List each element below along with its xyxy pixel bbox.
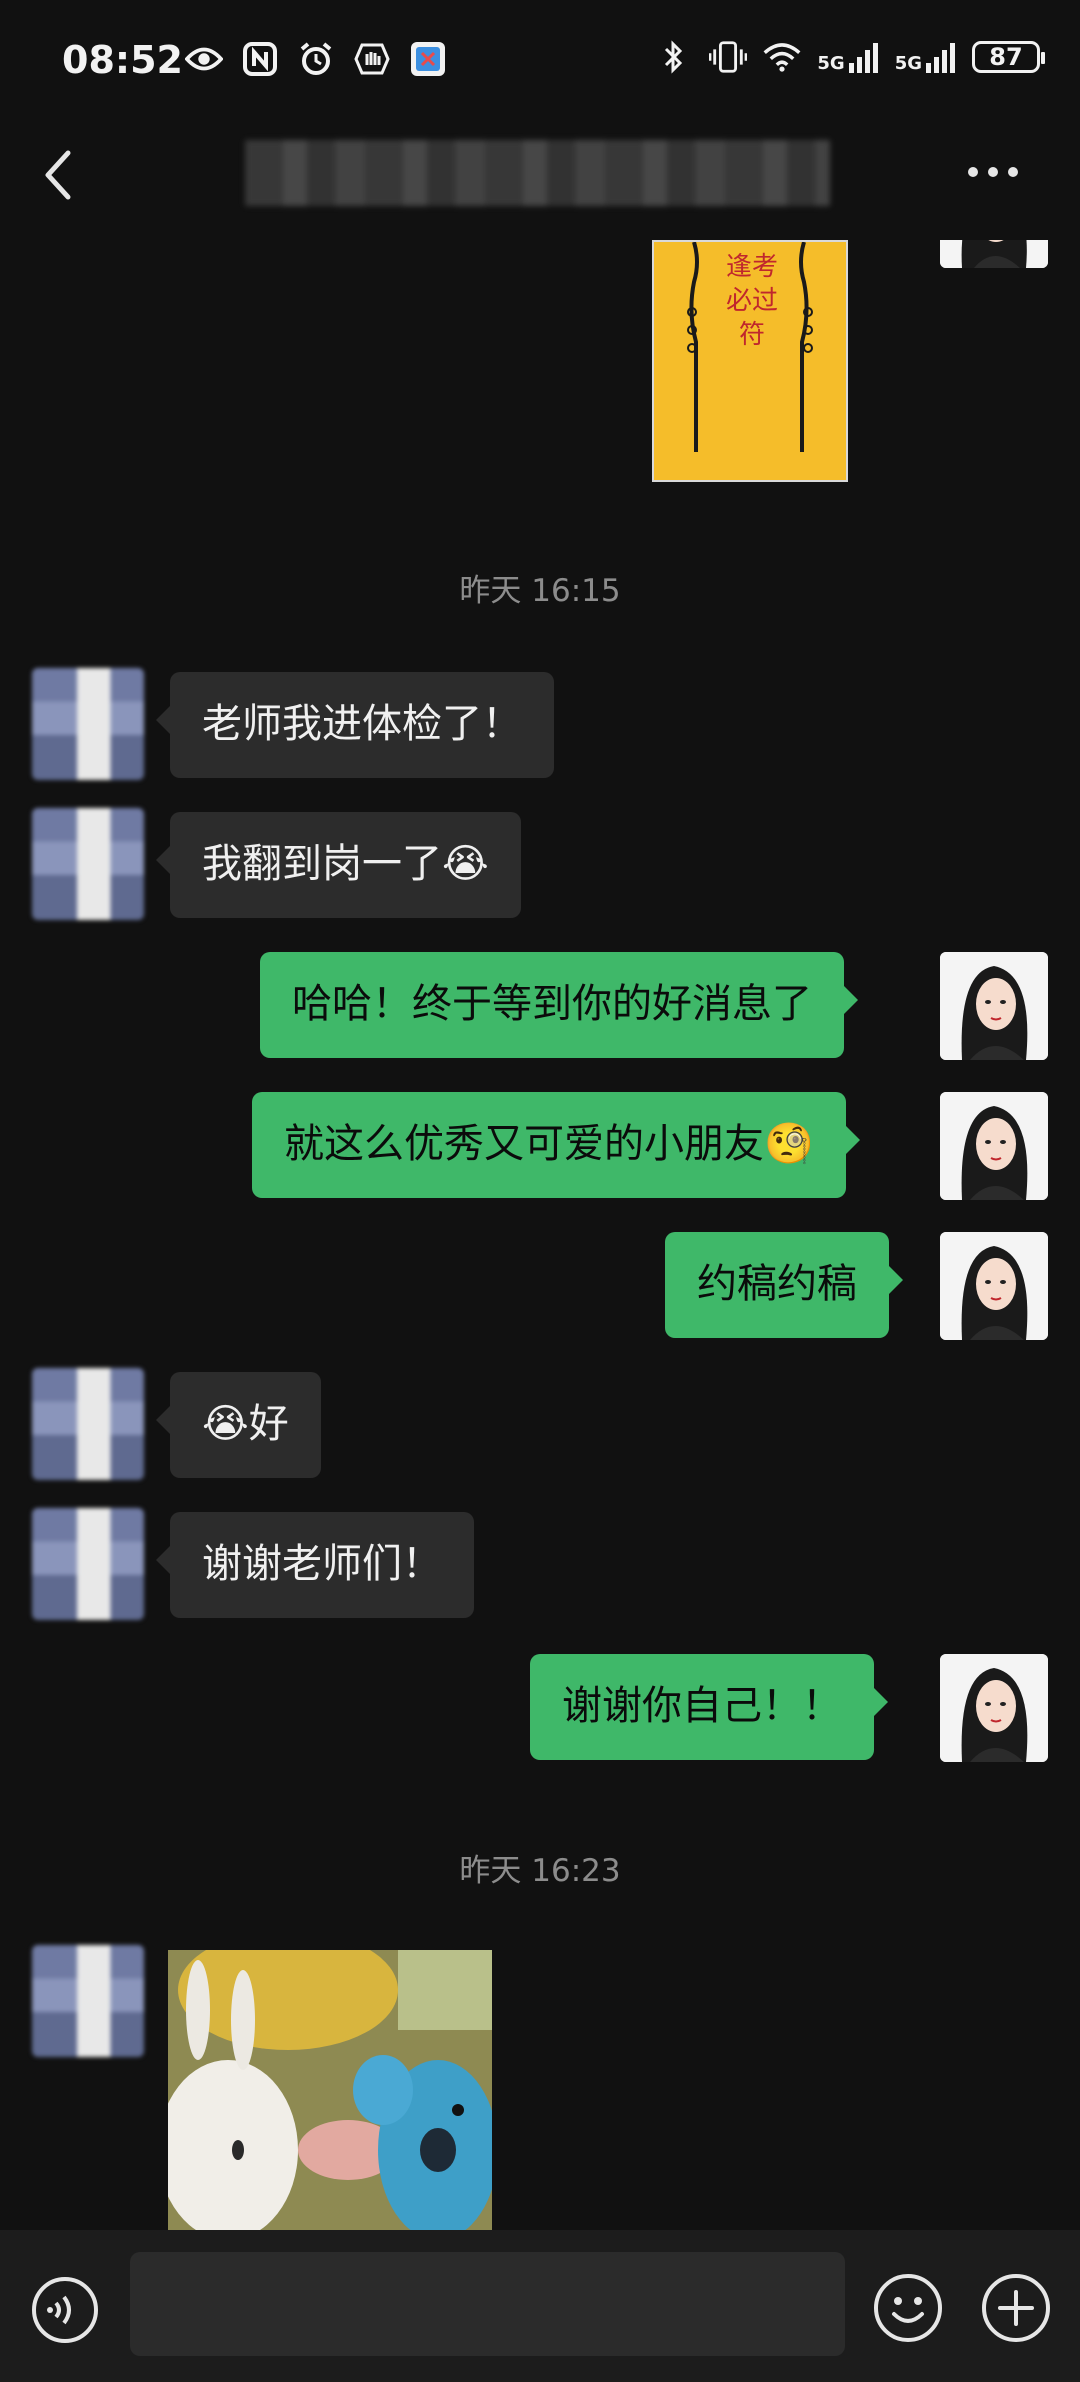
message-bubble-outgoing[interactable]: 约稿约稿 [665, 1232, 903, 1338]
signal-5g-2: 5G [895, 41, 956, 73]
timestamp: 昨天 16:23 [459, 1853, 621, 1889]
more-button[interactable] [968, 160, 1028, 184]
signal-5g-1: 5G [817, 41, 878, 73]
alarm-icon [297, 40, 335, 78]
smile-icon [874, 2274, 942, 2342]
message-bubble-incoming[interactable]: 老师我进体检了！ [156, 672, 554, 778]
message-bubble-incoming[interactable]: 我翻到岗一了😭 [156, 812, 521, 918]
message-bubble-incoming[interactable]: 😭好 [156, 1372, 321, 1478]
avatar-contact[interactable] [32, 1508, 144, 1620]
nfc-icon [241, 40, 279, 78]
status-time: 08:52 [62, 38, 183, 82]
plus-icon [982, 2274, 1050, 2342]
message-bubble-outgoing[interactable]: 就这么优秀又可爱的小朋友🧐 [252, 1092, 860, 1198]
avatar-self[interactable] [940, 1654, 1048, 1762]
more-icon-dot [968, 167, 978, 177]
vibrate-icon [709, 38, 748, 76]
chat-title-redacted [245, 140, 830, 206]
status-icons-right: 5G 5G 87 [655, 38, 1045, 76]
battery-indicator: 87 [972, 41, 1045, 73]
status-icons-left [185, 40, 447, 78]
sticker-image[interactable]: 逢考 必过 符 [652, 240, 848, 482]
signal-bars-icon [926, 43, 955, 73]
sticker-text: 逢考 必过 符 [725, 252, 778, 350]
emoji-button[interactable] [872, 2272, 944, 2344]
avatar-self[interactable] [940, 952, 1048, 1060]
chevron-left-icon [45, 150, 71, 200]
status-bar: 08:52 5G 5G 87 [0, 0, 1080, 120]
message-bubble-outgoing[interactable]: 哈哈！终于等到你的好消息了 [260, 952, 858, 1058]
avatar-illustration [940, 952, 1048, 1060]
avatar-self[interactable] [940, 1232, 1048, 1340]
crying-emoji-icon: 😭 [202, 1401, 249, 1447]
avatar-illustration [940, 1092, 1048, 1200]
monocle-face-emoji-icon: 🧐 [764, 1121, 814, 1167]
plush-toys-photo [168, 1950, 492, 2230]
avatar-contact[interactable] [32, 808, 144, 920]
crying-emoji-icon: 😭 [442, 841, 489, 887]
more-icon-dot [1008, 167, 1018, 177]
avatar-contact[interactable] [32, 1368, 144, 1480]
avatar-illustration [940, 1232, 1048, 1340]
avatar-contact[interactable] [32, 668, 144, 780]
message-list[interactable]: 逢考 必过 符 昨天 16:15 老师我进体检了！ 我翻到岗一了😭 哈哈！终于等… [0, 240, 1080, 2230]
timestamp: 昨天 16:15 [459, 573, 621, 609]
app-badge-icon [409, 40, 447, 78]
message-bubble-incoming[interactable]: 谢谢老师们！ [156, 1512, 474, 1618]
avatar-contact[interactable] [32, 1945, 144, 2057]
signal-bars-icon [848, 43, 878, 73]
photo-message-image[interactable] [168, 1950, 492, 2230]
avatar-self[interactable] [940, 1092, 1048, 1200]
wifi-icon [763, 38, 801, 76]
avatar-illustration [940, 1654, 1048, 1762]
hand-icon [353, 40, 391, 78]
avatar-illustration [940, 240, 1048, 268]
bluetooth-icon [655, 38, 693, 76]
back-button[interactable] [38, 145, 78, 205]
avatar-self[interactable] [940, 240, 1048, 268]
plus-button[interactable] [980, 2272, 1052, 2344]
voice-icon [32, 2277, 98, 2343]
message-input[interactable] [130, 2252, 845, 2356]
message-bubble-outgoing[interactable]: 谢谢你自己！！ [530, 1654, 888, 1760]
more-icon-dot [988, 167, 998, 177]
voice-button[interactable] [30, 2275, 100, 2345]
eye-icon [185, 40, 223, 78]
